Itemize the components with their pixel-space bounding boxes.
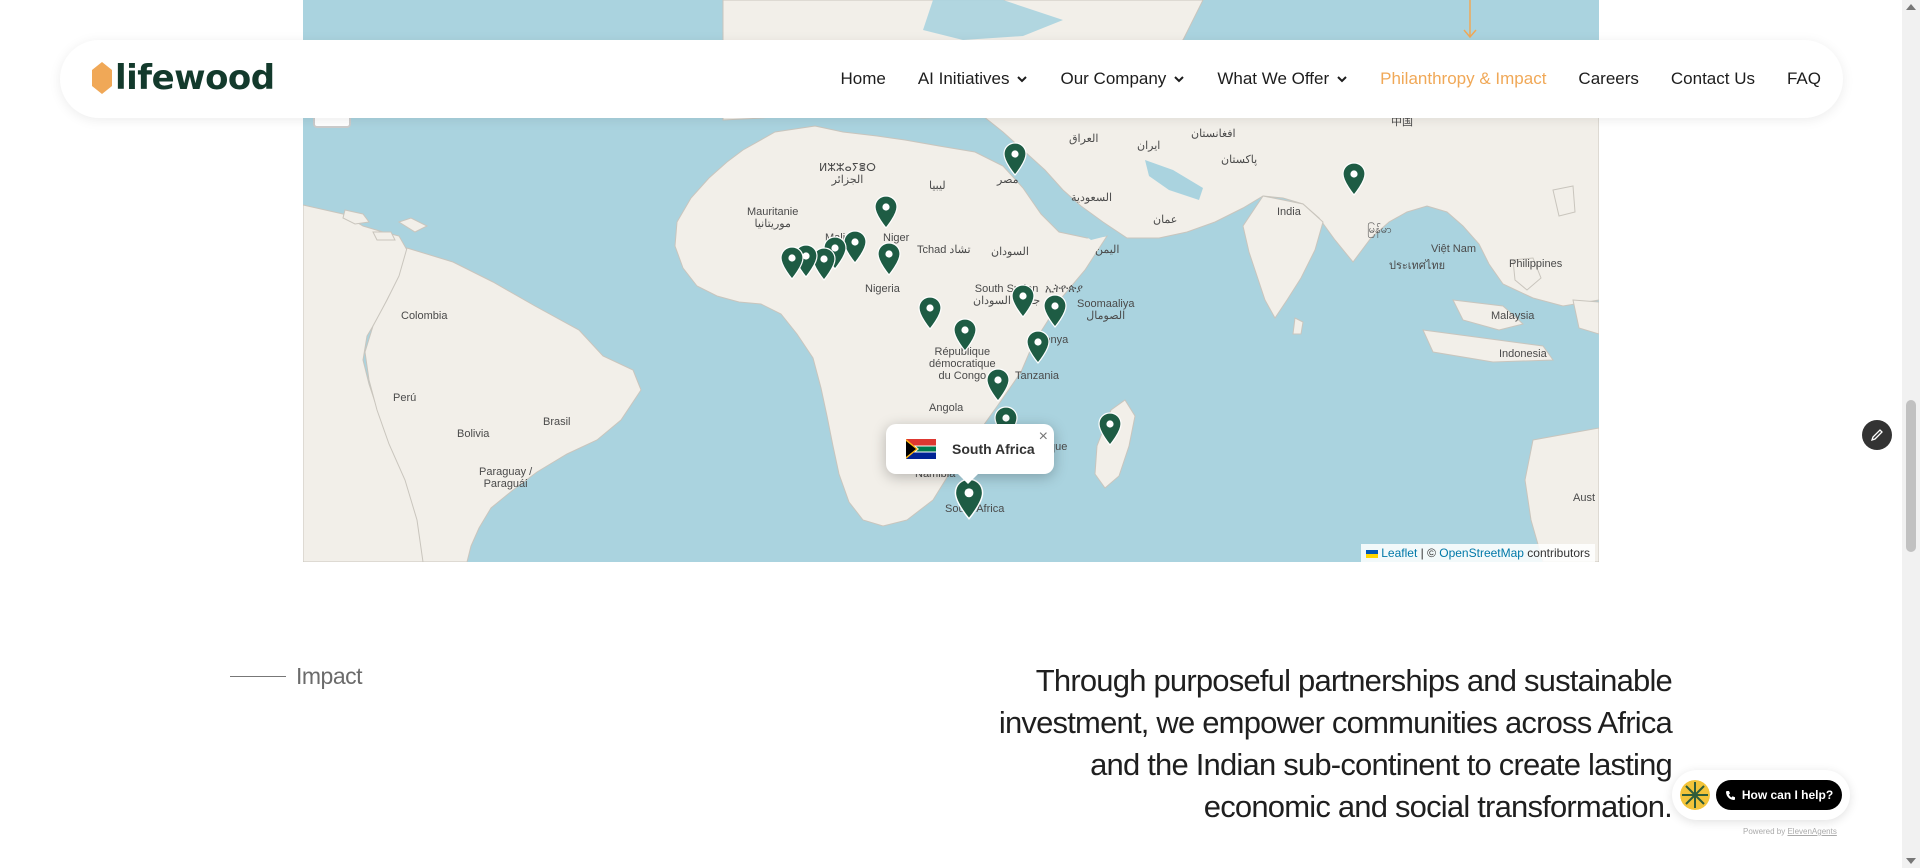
map-pin-icon[interactable] xyxy=(780,246,804,280)
map-pin-icon[interactable] xyxy=(1098,412,1122,446)
nav-item-label: Careers xyxy=(1578,69,1639,88)
map-label-brasil: Brasil xyxy=(543,416,571,428)
help-widget: How can I help? xyxy=(1672,770,1850,820)
agent-avatar xyxy=(1680,780,1710,810)
powered-by: Powered by ElevenAgents xyxy=(1743,827,1837,836)
nav-item-what-we-offer[interactable]: What We Offer xyxy=(1217,69,1348,89)
map-label-yemen: اليمن xyxy=(1095,244,1120,256)
nav-item-label: Contact Us xyxy=(1670,69,1755,88)
map-label-bolivia: Bolivia xyxy=(457,428,490,440)
nav-item-label: Home xyxy=(840,69,886,88)
popup-tip xyxy=(958,474,978,484)
map-label-somalia: Soomaaliya الصومال xyxy=(1077,298,1135,322)
brand-name: lifewood xyxy=(115,58,275,98)
map-label-sudan: السودان xyxy=(991,246,1029,258)
map-pin-icon[interactable] xyxy=(1026,330,1050,364)
nav-menu: Home AI Initiatives Our Company What We Off… xyxy=(808,40,1821,118)
pencil-icon xyxy=(1870,429,1883,442)
map-label-india: India xyxy=(1277,206,1301,218)
nav-item-label: Our Company xyxy=(1060,69,1167,88)
nav-item-faq[interactable]: FAQ xyxy=(1787,69,1821,89)
map-label-peru: Perú xyxy=(393,392,417,404)
map-label-iran: ایران xyxy=(1137,140,1161,152)
powered-prefix: Powered by xyxy=(1743,827,1788,836)
map-label-australia: Aust xyxy=(1573,492,1596,504)
page-scrollbar[interactable] xyxy=(1902,0,1920,868)
map-label-myanmar: မြန်မာ xyxy=(1367,224,1392,236)
nav-item-philanthropy-impact[interactable]: Philanthropy & Impact xyxy=(1380,69,1546,89)
powered-brand-link[interactable]: ElevenAgents xyxy=(1787,827,1836,836)
map-label-angola: Angola xyxy=(929,402,964,414)
edit-button[interactable] xyxy=(1862,420,1892,450)
scroll-down-arrow-icon xyxy=(1463,0,1477,39)
impact-statement: Through purposeful partnerships and sust… xyxy=(998,663,1673,824)
nav-item-ai-initiatives[interactable]: AI Initiatives xyxy=(918,69,1029,89)
map-pin-icon[interactable] xyxy=(986,368,1010,402)
map-label-paraguay: Paraguay / Paraguái xyxy=(479,466,533,490)
chevron-down-icon xyxy=(1337,76,1347,83)
map-label-malaysia: Malaysia xyxy=(1491,310,1535,322)
map-label-colombia: Colombia xyxy=(401,310,448,322)
map-pin-icon[interactable] xyxy=(1043,294,1067,328)
map-label-thailand: ประเทศไทย xyxy=(1389,260,1446,272)
map-label-nigeria: Nigeria xyxy=(865,283,900,295)
attribution-separator: | © xyxy=(1417,546,1440,560)
map-label-libya: ليبيا xyxy=(929,180,946,192)
map-pin-icon[interactable] xyxy=(1011,284,1035,318)
map-pin-icon[interactable] xyxy=(1003,142,1027,176)
attribution-suffix: contributors xyxy=(1523,546,1590,560)
popup-country-name: South Africa xyxy=(952,441,1035,457)
map-label-vietnam: Việt Nam xyxy=(1431,243,1477,255)
nav-item-label: FAQ xyxy=(1786,69,1821,88)
map-pin-icon[interactable] xyxy=(1342,162,1366,196)
map-label-tanzania: Tanzania xyxy=(1015,370,1060,382)
map-pin-icon[interactable] xyxy=(918,296,942,330)
nav-item-contact-us[interactable]: Contact Us xyxy=(1671,69,1755,89)
map-label-oman: عمان xyxy=(1153,214,1178,226)
nav-item-our-company[interactable]: Our Company xyxy=(1060,69,1185,89)
chevron-down-icon xyxy=(1174,76,1185,83)
main-navbar: lifewood Home AI Initiatives Our Company Wh… xyxy=(60,40,1843,118)
scroll-down-icon[interactable] xyxy=(1906,858,1916,864)
map-label-afghanistan: افغانستان xyxy=(1191,128,1236,140)
map-label-philippines: Philippines xyxy=(1509,258,1563,270)
map-label-saudi: السعودية xyxy=(1071,192,1113,204)
chevron-down-icon xyxy=(1017,76,1028,83)
phone-icon xyxy=(1725,790,1735,800)
map-pin-icon[interactable] xyxy=(877,242,901,276)
help-button-label: How can I help? xyxy=(1741,788,1834,802)
osm-link[interactable]: OpenStreetMap xyxy=(1439,546,1524,560)
popup-close-button[interactable]: × xyxy=(1039,428,1048,446)
section-label: Impact xyxy=(296,663,363,689)
country-popup: South Africa × xyxy=(886,424,1054,484)
nav-item-label: Philanthropy & Impact xyxy=(1380,69,1547,88)
impact-divider xyxy=(230,676,286,677)
leaflet-link[interactable]: Leaflet xyxy=(1381,546,1417,560)
map-label-pakistan: پاکستان xyxy=(1221,154,1258,166)
nav-item-careers[interactable]: Careers xyxy=(1578,69,1638,89)
help-call-button[interactable]: How can I help? xyxy=(1716,780,1842,810)
map-label-indonesia: Indonesia xyxy=(1499,348,1547,360)
nav-item-home[interactable]: Home xyxy=(840,69,885,89)
map-pin-icon[interactable] xyxy=(874,195,898,229)
map-label-iraq: العراق xyxy=(1069,133,1099,145)
map-pin-icon[interactable] xyxy=(953,318,977,352)
map-pin-icon[interactable] xyxy=(954,478,984,520)
map-label-chad: Tchad تشاد xyxy=(917,244,971,256)
map-label-mauritania: Mauritanie موريتانيا xyxy=(747,206,799,230)
scroll-up-arrow-icon[interactable] xyxy=(1906,4,1916,10)
lifewood-logo-icon xyxy=(92,62,112,94)
map-label-algeria: ⵍⵣⵣⴰⵢⴻⵔ الجزائر xyxy=(819,162,876,186)
nav-item-label: What We Offer xyxy=(1217,69,1330,88)
map-attribution: Leaflet | © OpenStreetMap contributors xyxy=(1360,544,1595,562)
south-africa-flag-icon xyxy=(906,439,936,459)
nav-item-label: AI Initiatives xyxy=(917,69,1010,88)
ukraine-flag-icon xyxy=(1365,549,1378,558)
scrollbar-thumb[interactable] xyxy=(1906,400,1916,552)
brand-logo[interactable]: lifewood xyxy=(92,58,275,98)
